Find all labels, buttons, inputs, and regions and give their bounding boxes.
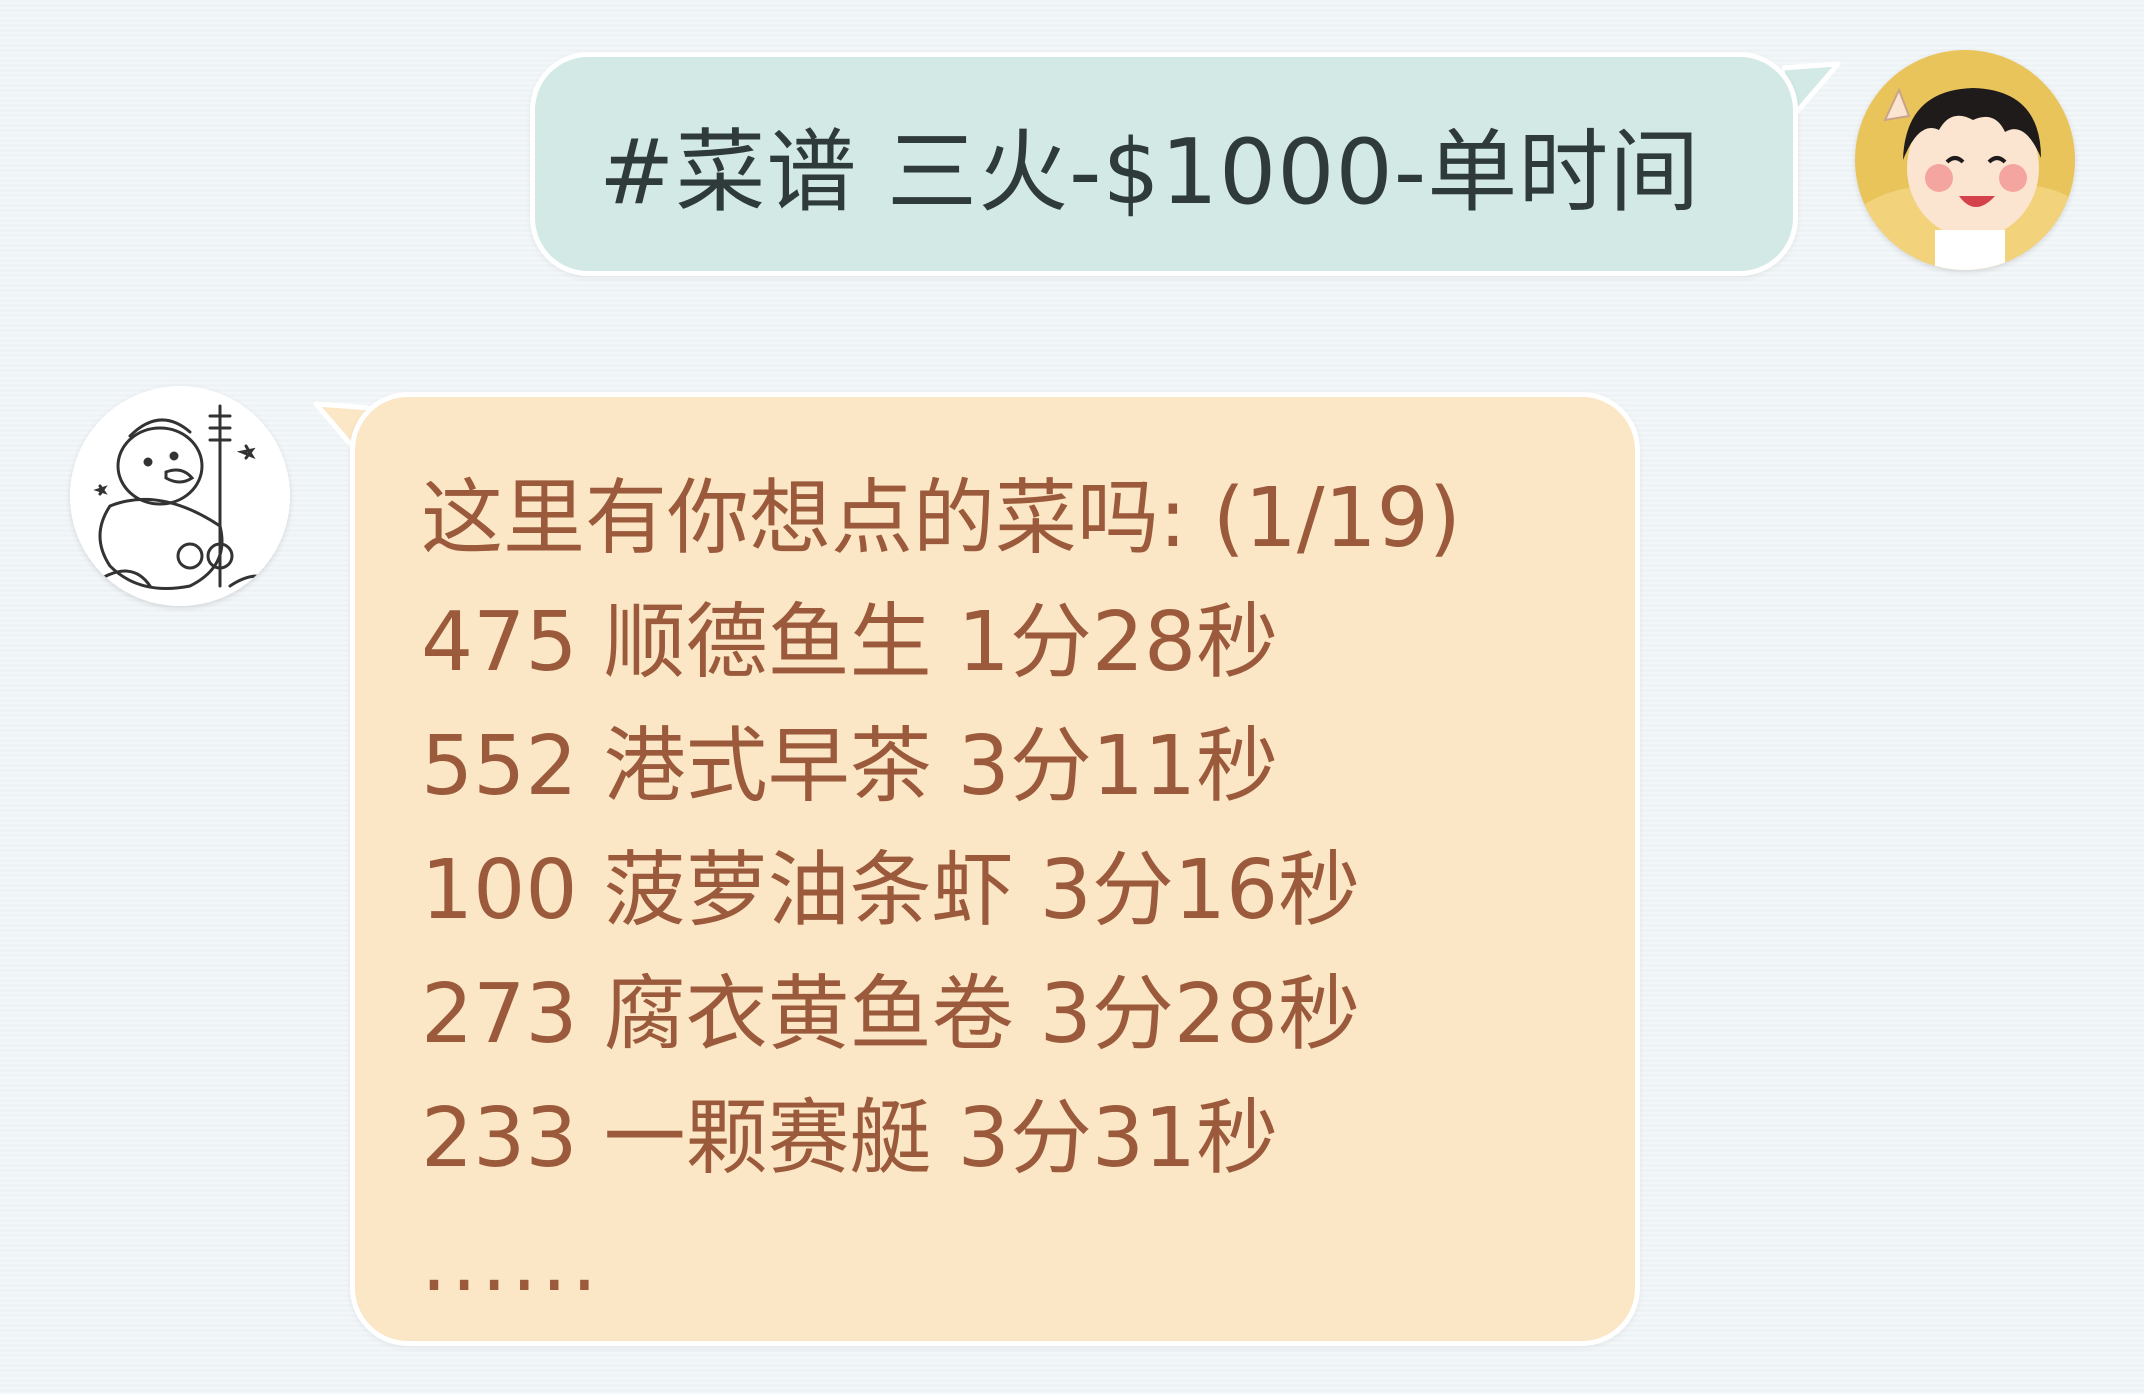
dish-line: 233 一颗赛艇 3分31秒: [421, 1091, 1279, 1186]
outgoing-message-text: #菜谱 三火-$1000-单时间: [599, 120, 1701, 225]
girl-avatar-icon: [1855, 50, 2075, 270]
outgoing-message-bubble[interactable]: #菜谱 三火-$1000-单时间: [530, 52, 1798, 276]
dish-line: 475 顺德鱼生 1分28秒: [421, 595, 1279, 690]
user-avatar[interactable]: [1855, 50, 2075, 270]
dish-line: 273 腐衣黄鱼卷 3分28秒: [421, 967, 1361, 1062]
bot-avatar[interactable]: [70, 386, 290, 606]
dish-line: 100 菠萝油条虾 3分16秒: [421, 843, 1361, 938]
incoming-message-bubble[interactable]: 这里有你想点的菜吗: (1/19) 475 顺德鱼生 1分28秒 552 港式早…: [350, 392, 1640, 1346]
dish-line: 552 港式早茶 3分11秒: [421, 719, 1279, 814]
sketch-duck-avatar-icon: [70, 386, 290, 606]
ellipsis: ......: [421, 1215, 602, 1310]
message-heading: 这里有你想点的菜吗: (1/19): [421, 471, 1461, 566]
